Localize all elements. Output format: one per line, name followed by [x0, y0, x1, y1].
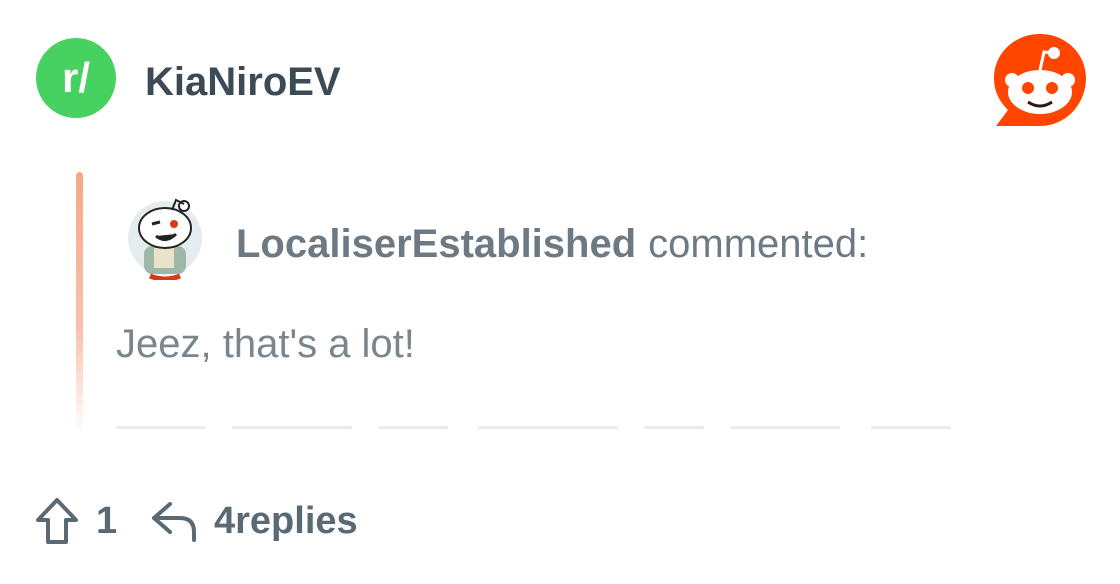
comment-header: LocaliserEstablished commented:	[236, 220, 868, 268]
comment-actions: 1 4replies	[0, 490, 1120, 554]
arrow-up-icon[interactable]	[34, 496, 80, 546]
thread-line[interactable]	[76, 172, 83, 434]
post-header: r/ KiaNiroEV	[0, 0, 1120, 160]
replies-count[interactable]: 4replies	[214, 498, 358, 544]
vote-score: 1	[96, 500, 118, 542]
reply-arrow-icon[interactable]	[150, 498, 200, 544]
comment-verb: commented:	[648, 222, 869, 266]
comment-body: Jeez, that's a lot!	[116, 322, 415, 366]
subreddit-icon-text: r/	[62, 54, 90, 101]
comment-block: LocaliserEstablished commented: Jeez, tha…	[76, 172, 1086, 434]
comment-overflow-fade	[116, 408, 1076, 434]
user-avatar[interactable]	[126, 196, 204, 280]
subreddit-icon[interactable]: r/	[36, 38, 116, 118]
reddit-snoo-logo-icon[interactable]	[990, 30, 1090, 130]
subreddit-name[interactable]: KiaNiroEV	[145, 58, 341, 106]
comment-username[interactable]: LocaliserEstablished	[236, 222, 636, 266]
